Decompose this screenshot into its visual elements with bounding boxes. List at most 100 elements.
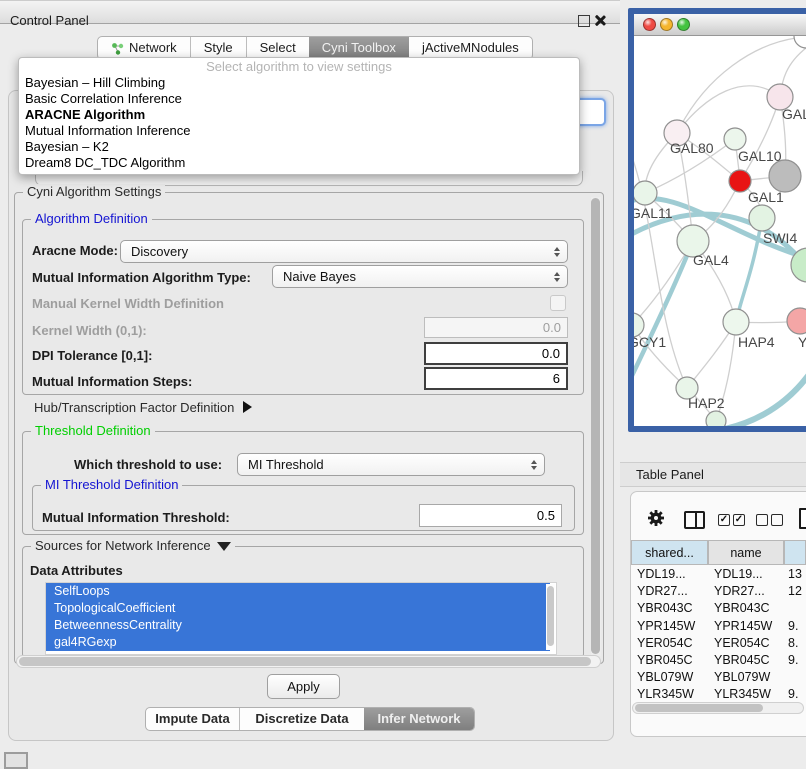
input-value: 0.5 (537, 508, 555, 523)
mi-threshold-input[interactable]: 0.5 (419, 504, 562, 527)
data-attributes-list[interactable]: SelfLoopsTopologicalCoefficientBetweenne… (45, 582, 557, 655)
tab-infer-network[interactable]: Infer Network (364, 708, 474, 730)
network-window-titlebar[interactable] (634, 14, 806, 36)
deselect-all-checkbox-icon[interactable] (771, 514, 783, 526)
table-row[interactable]: YBL079WYBL079W (631, 669, 806, 686)
sources-toggle[interactable]: Sources for Network Inference (31, 538, 235, 553)
algorithm-option[interactable]: Basic Correlation Inference (19, 91, 579, 107)
close-traffic-light[interactable] (643, 18, 656, 31)
network-node[interactable] (787, 308, 806, 334)
network-node[interactable] (723, 309, 749, 335)
table-cell: YBR043C (637, 600, 693, 617)
network-node[interactable] (634, 181, 657, 205)
manual-kernel-checkbox[interactable] (550, 295, 566, 311)
mi-steps-input[interactable]: 6 (424, 367, 568, 390)
input-value: 6 (553, 371, 560, 386)
node-label: GAL80 (670, 140, 714, 156)
network-canvas[interactable]: GALGAL80GAL10GAL1GAL11SWI4GAL4GCY1HAP4YH… (634, 36, 806, 426)
settings-horizontal-scrollbar[interactable] (16, 655, 601, 668)
table-cell: YBR045C (714, 652, 770, 669)
combo-value: MI Threshold (248, 457, 324, 472)
table-row[interactable]: YPR145WYPR145W9. (631, 618, 806, 635)
node-label: GAL (782, 106, 806, 122)
close-panel-icon[interactable] (593, 14, 606, 27)
input-value: 0.0 (543, 320, 561, 335)
attributes-scrollbar[interactable] (546, 584, 555, 650)
network-node[interactable] (769, 160, 801, 192)
zoom-traffic-light[interactable] (677, 18, 690, 31)
manual-kernel-label: Manual Kernel Width Definition (32, 296, 224, 311)
export-table-icon[interactable] (799, 508, 806, 529)
column-header-shared-name[interactable]: shared... (631, 540, 708, 565)
algorithm-option[interactable]: ARACNE Algorithm (19, 107, 579, 123)
algorithm-option[interactable]: Dream8 DC_TDC Algorithm (19, 155, 579, 171)
column-header-name[interactable]: name (708, 540, 784, 565)
tab-impute-data[interactable]: Impute Data (146, 708, 239, 730)
minimized-panel-icon[interactable] (4, 752, 28, 769)
minimize-traffic-light[interactable] (660, 18, 673, 31)
table-cell: 9. (788, 618, 798, 635)
table-row[interactable]: YLR345WYLR345W9. (631, 686, 806, 702)
aracne-mode-select[interactable]: Discovery (120, 240, 568, 263)
dpi-tolerance-input[interactable]: 0.0 (424, 342, 568, 365)
settings-vertical-scrollbar[interactable] (591, 197, 601, 656)
deselect-all-checkbox-icon[interactable] (756, 514, 768, 526)
network-node[interactable] (749, 205, 775, 231)
table-row[interactable]: YDL19...YDL19...13 (631, 566, 806, 583)
table-row[interactable]: YBR045CYBR045C9. (631, 652, 806, 669)
node-label: GAL11 (634, 205, 673, 221)
combo-value: Discovery (131, 244, 188, 259)
attribute-item[interactable]: BetweennessCentrality (46, 617, 550, 634)
table-row[interactable]: YBR043CYBR043C (631, 600, 806, 617)
select-all-checkbox-icon[interactable]: ✓ (733, 514, 745, 526)
apply-button[interactable]: Apply (267, 674, 340, 699)
tab-jactivemnodules[interactable]: jActiveMNodules (409, 37, 532, 59)
tab-select[interactable]: Select (246, 37, 309, 59)
tab-style[interactable]: Style (190, 37, 246, 59)
node-label: HAP2 (688, 395, 725, 411)
algorithm-option[interactable]: Bayesian – Hill Climbing (19, 75, 579, 91)
attribute-item[interactable]: gal4RGexp (46, 634, 550, 651)
network-edge[interactable] (677, 86, 780, 133)
group-title: Threshold Definition (31, 423, 155, 438)
mi-type-select[interactable]: Naive Bayes (272, 265, 568, 288)
hub-definition-toggle[interactable]: Hub/Transcription Factor Definition (34, 400, 252, 415)
network-view-window[interactable]: GALGAL80GAL10GAL1GAL11SWI4GAL4GCY1HAP4YH… (628, 8, 806, 432)
panel-title: Control Panel (10, 13, 89, 28)
table-cell: 9. (788, 652, 798, 669)
algorithm-option[interactable]: Bayesian – K2 (19, 139, 579, 155)
algorithm-option[interactable]: Mutual Information Inference (19, 123, 579, 139)
apply-label: Apply (287, 679, 320, 694)
select-all-checkbox-icon[interactable]: ✓ (718, 514, 730, 526)
tab-label: Network (129, 37, 177, 59)
tab-network[interactable]: Network (98, 37, 190, 59)
float-panel-icon[interactable] (578, 15, 590, 27)
kernel-width-input[interactable]: 0.0 (424, 317, 568, 338)
table-panel-title: Table Panel (636, 467, 704, 482)
table-cell: YLR345W (637, 686, 694, 702)
node-label: GAL10 (738, 148, 782, 164)
tab-label: Cyni Toolbox (322, 37, 396, 59)
which-threshold-select[interactable]: MI Threshold (237, 453, 545, 476)
node-table[interactable]: YDL19...YDL19...13YDR27...YDR27...12YBR0… (631, 566, 806, 702)
stepper-arrows-icon (531, 460, 537, 470)
show-columns-icon[interactable] (684, 511, 705, 529)
table-row[interactable]: YDR27...YDR27...12 (631, 583, 806, 600)
settings-gear-icon[interactable] (647, 509, 665, 527)
column-header-cut[interactable] (784, 540, 806, 565)
tab-discretize-data[interactable]: Discretize Data (239, 708, 364, 730)
tab-cyni-toolbox[interactable]: Cyni Toolbox (309, 37, 409, 59)
table-row[interactable]: YER054CYER054C8. (631, 635, 806, 652)
tab-label: Impute Data (155, 708, 229, 730)
expanded-arrow-icon (217, 542, 231, 551)
table-cell: 9. (788, 686, 798, 702)
tab-label: Select (260, 37, 296, 59)
node-label: GCY1 (634, 334, 666, 350)
table-horizontal-scrollbar[interactable] (632, 702, 804, 714)
network-node[interactable] (794, 36, 806, 48)
attribute-item[interactable]: TopologicalCoefficient (46, 600, 550, 617)
mi-type-label: Mutual Information Algorithm Type: (32, 270, 251, 285)
attribute-item[interactable]: SelfLoops (46, 583, 550, 600)
network-node[interactable] (724, 128, 746, 150)
network-node[interactable] (706, 411, 726, 426)
